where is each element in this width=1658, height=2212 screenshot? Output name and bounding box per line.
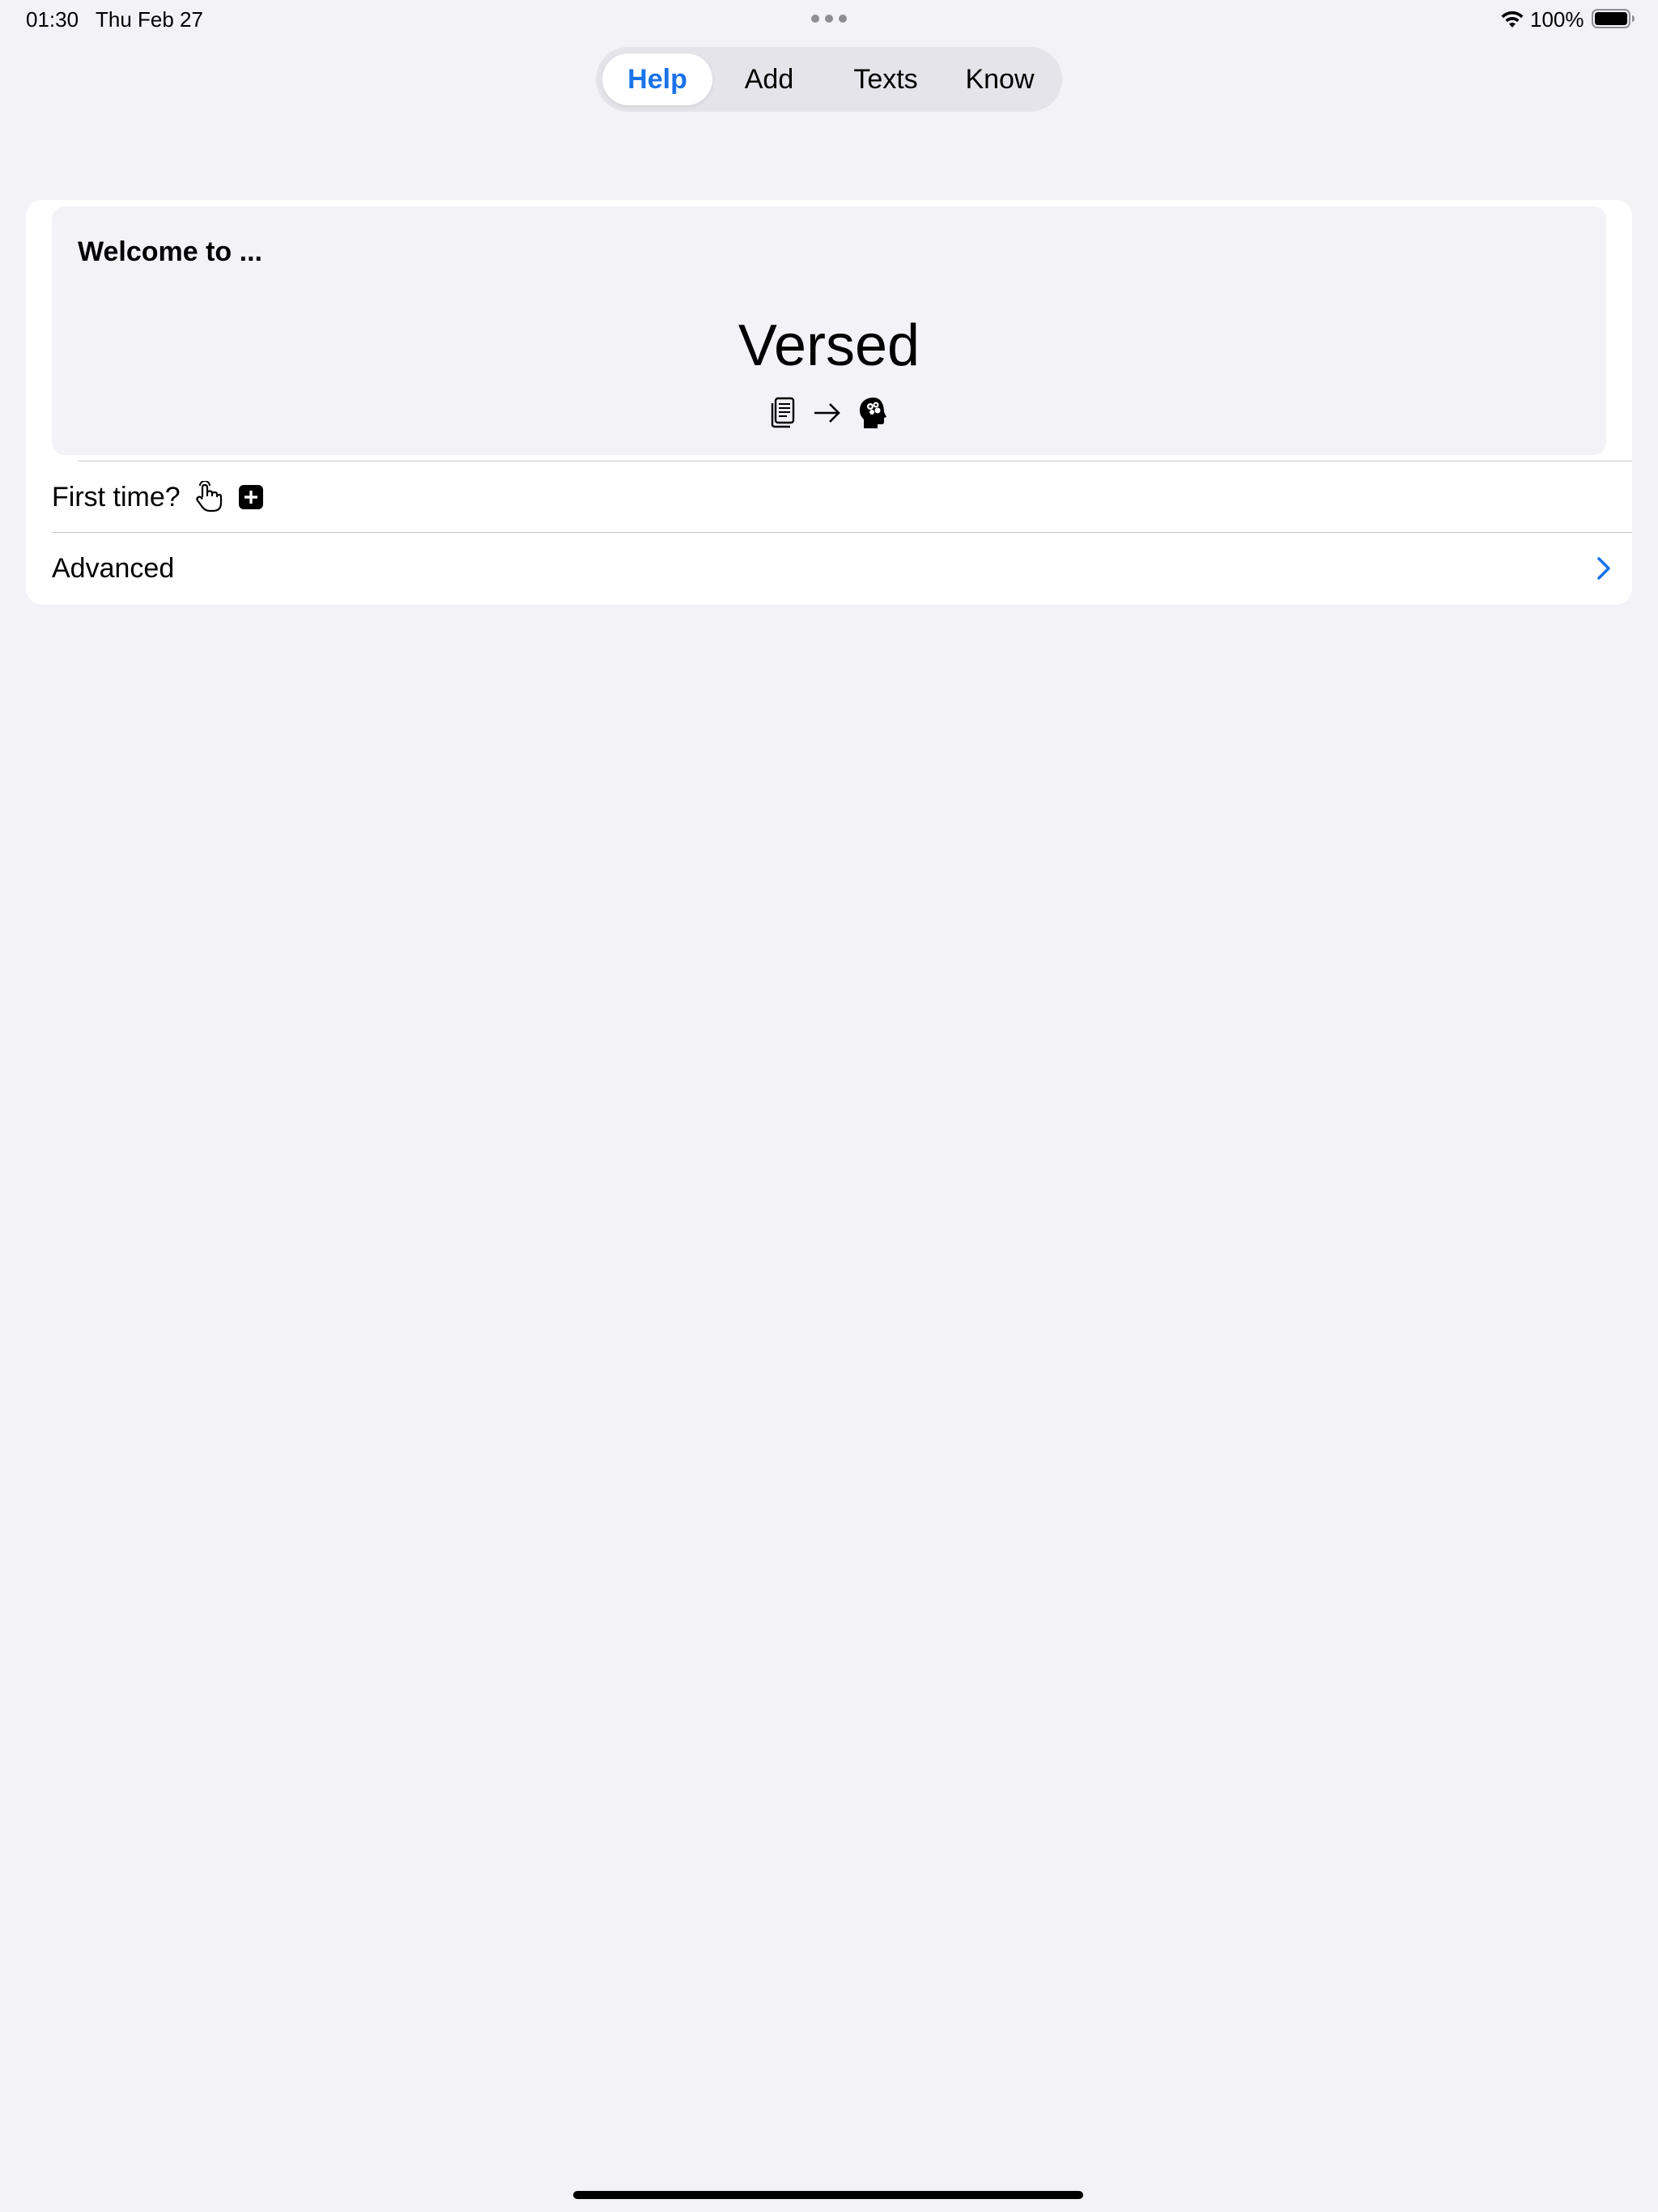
tab-add[interactable]: Add — [719, 53, 819, 105]
tab-texts[interactable]: Texts — [826, 53, 946, 105]
tab-know[interactable]: Know — [946, 53, 1054, 105]
brain-head-icon — [860, 398, 886, 428]
plus-square-icon — [237, 483, 265, 511]
welcome-banner: Welcome to ... Versed — [52, 206, 1606, 455]
document-icon — [771, 397, 795, 428]
tab-segmented-control: Help Add Texts Know — [596, 47, 1062, 112]
divider — [52, 532, 1632, 533]
first-time-row[interactable]: First time? — [52, 462, 1632, 532]
hero-icons — [52, 396, 1606, 430]
home-indicator[interactable] — [573, 2191, 1083, 2199]
advanced-label: Advanced — [52, 552, 175, 584]
divider — [78, 461, 1632, 462]
wifi-icon — [1501, 11, 1524, 28]
chevron-right-icon — [1597, 557, 1610, 580]
multitasking-dots-icon[interactable] — [811, 15, 847, 23]
arrow-right-icon — [814, 403, 840, 423]
battery-percent: 100% — [1530, 7, 1584, 32]
help-card: Welcome to ... Versed First time? Advanc… — [26, 200, 1632, 605]
tap-hand-icon — [193, 481, 224, 513]
first-time-label: First time? — [52, 481, 181, 513]
status-date: Thu Feb 27 — [96, 7, 203, 32]
welcome-heading: Welcome to ... — [78, 236, 262, 267]
advanced-row[interactable]: Advanced — [52, 534, 1632, 603]
battery-full-icon — [1592, 9, 1635, 28]
app-title: Versed — [738, 313, 920, 378]
tab-help[interactable]: Help — [602, 53, 712, 105]
status-time: 01:30 — [26, 7, 79, 32]
